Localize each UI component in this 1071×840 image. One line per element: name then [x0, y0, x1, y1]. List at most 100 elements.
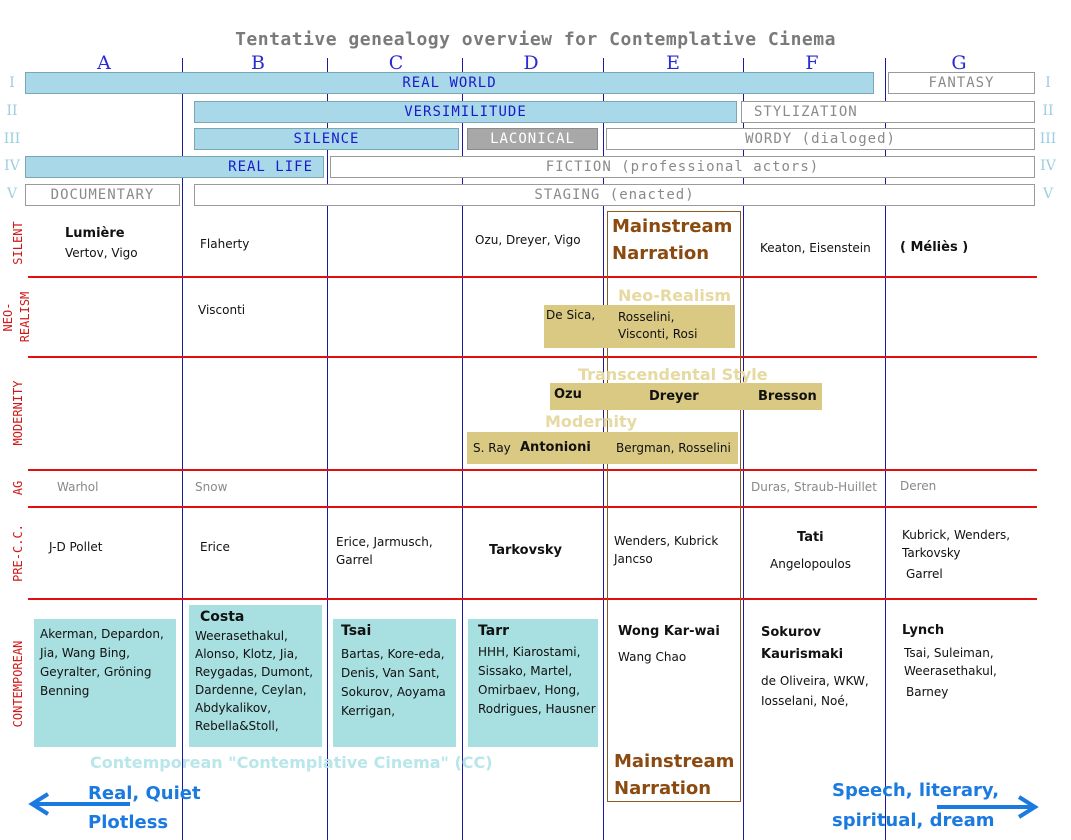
silent-g: ( Méliès ) [900, 240, 969, 255]
column-header-d: D [523, 52, 539, 74]
precc-c-2: Garrel [336, 553, 373, 567]
contemp-c-line: Sokurov, Aoyama [341, 685, 446, 699]
contemp-d-head: Tarr [478, 623, 510, 639]
modernity-bergman: Bergman, Rosselini [616, 441, 731, 455]
ag-g: Deren [900, 479, 937, 493]
level-label-left: III [3, 131, 21, 147]
contemp-c-line: Denis, Van Sant, [341, 666, 440, 680]
contemp-a-box: Akerman, Depardon, Jia, Wang Bing, Geyra… [34, 619, 176, 747]
precc-g-3: Garrel [906, 567, 943, 581]
bar-fantasy: FANTASY [888, 72, 1035, 94]
level-label-left: II [6, 103, 18, 119]
contemp-f-line-1: de Oliveira, WKW, [761, 674, 869, 688]
mainstream-label-bottom-1: Mainstream [614, 751, 735, 772]
silent-d: Ozu, Dreyer, Vigo [475, 233, 581, 247]
ag-f: Duras, Straub-Huillet [751, 480, 877, 494]
precc-d: Tarkovsky [489, 543, 562, 558]
level-label-right: II [1042, 103, 1054, 119]
bar-real-life: REAL LIFE [25, 156, 324, 178]
modernity-sray: S. Ray [473, 441, 511, 455]
bar-staging: STAGING (enacted) [194, 184, 1035, 206]
precc-g-1: Kubrick, Wenders, [902, 528, 1011, 542]
contemp-b-line: Reygadas, Dumont, [195, 665, 314, 679]
contemp-a-line: Jia, Wang Bing, [40, 646, 130, 660]
bar-laconical: LACONICAL [467, 128, 598, 150]
bar-versimilitude: VERSIMILITUDE [194, 101, 737, 123]
modernity-label: Modernity [545, 412, 638, 431]
neo-b: Visconti [198, 303, 246, 317]
level-label-right: V [1042, 186, 1054, 202]
bar-silence: SILENCE [194, 128, 459, 150]
bar-fiction: FICTION (professional actors) [330, 156, 1035, 178]
contemp-g-head: Lynch [902, 623, 945, 638]
neo-e-box-1: Rosselini, [618, 310, 675, 324]
contemp-b-line: Rebella&Stoll, [195, 719, 279, 733]
modernity-antonioni: Antonioni [520, 440, 591, 455]
neo-realism-label: Neo-Realism [618, 286, 732, 305]
precc-f-sub: Angelopoulos [770, 557, 851, 571]
silent-f: Keaton, Eisenstein [760, 241, 871, 255]
diagram-title: Tentative genealogy overview for Contemp… [235, 29, 836, 50]
contemp-c-box: Tsai Bartas, Kore-eda, Denis, Van Sant, … [333, 619, 456, 747]
cc-footer-label: Contemporean "Contemplative Cinema" (CC) [90, 753, 493, 772]
contemp-b-line: Weerasethakul, [195, 629, 288, 643]
contemp-b-line: Dardenne, Ceylan, [195, 683, 307, 697]
level-label-left: I [9, 75, 15, 91]
transcendental-dreyer: Dreyer [649, 389, 699, 404]
contemp-a-line: Benning [40, 684, 90, 698]
bar-wordy: WORDY (dialoged) [606, 128, 1035, 150]
column-divider [327, 58, 328, 840]
contemp-d-box: Tarr HHH, Kiarostami, Sissako, Martel, O… [468, 619, 598, 747]
section-divider [28, 356, 1037, 358]
contemp-c-head: Tsai [341, 623, 372, 639]
contemp-g-line-1: Tsai, Suleiman, [904, 646, 994, 660]
column-header-a: A [97, 52, 111, 74]
section-divider [28, 598, 1037, 600]
silent-a-sub: Vertov, Vigo [65, 246, 138, 260]
section-divider [28, 469, 1037, 471]
precc-f-main: Tati [797, 530, 824, 545]
contemp-d-line: Omirbaev, Hong, [478, 683, 580, 697]
mainstream-label-bottom-2: Narration [614, 778, 712, 799]
mainstream-label-top-2: Narration [612, 243, 710, 264]
neo-d-box: De Sica, [546, 308, 596, 322]
contemp-f-head-1: Sokurov [761, 625, 822, 640]
contemp-e-sub: Wang Chao [618, 650, 687, 664]
contemp-c-line: Bartas, Kore-eda, [341, 647, 445, 661]
column-header-c: C [388, 52, 404, 74]
contemp-b-line: Alonso, Klotz, Jia, [195, 647, 298, 661]
section-divider [28, 276, 1037, 278]
precc-a: J-D Pollet [49, 540, 103, 554]
precc-b: Erice [200, 540, 230, 554]
neo-e-box-2: Visconti, Rosi [618, 327, 698, 341]
contemp-a-line: Akerman, Depardon, [40, 627, 164, 641]
precc-e-2: Jancso [614, 552, 653, 566]
contemp-b-head: Costa [200, 609, 245, 625]
precc-g-2: Tarkovsky [902, 546, 961, 560]
row-label-contemporean: CONTEMPOREAN [11, 640, 25, 728]
contemp-b-line: Abdykalikov, [195, 701, 272, 715]
contemp-c-line: Kerrigan, [341, 704, 396, 718]
level-label-left: IV [4, 158, 20, 174]
bar-documentary: DOCUMENTARY [25, 184, 180, 206]
precc-e-1: Wenders, Kubrick [614, 534, 719, 548]
contemp-d-line: Rodrigues, Hausner [478, 702, 596, 716]
level-label-right: I [1045, 75, 1051, 91]
silent-b: Flaherty [200, 237, 250, 251]
column-header-g: G [951, 52, 967, 74]
transcendental-bresson: Bresson [758, 389, 817, 404]
row-label-pre-cc: PRE-C.C. [11, 524, 25, 582]
contemp-d-line: HHH, Kiarostami, [478, 645, 581, 659]
contemp-g-line-3: Barney [906, 685, 949, 699]
left-arrow-icon [28, 792, 130, 816]
contemp-e-head: Wong Kar-wai [618, 624, 720, 639]
contemp-a-line: Geyralter, Gröning [40, 665, 152, 679]
silent-a-main: Lumière [65, 226, 125, 241]
column-header-b: B [251, 52, 265, 74]
transcendental-ozu: Ozu [554, 387, 582, 402]
contemp-d-line: Sissako, Martel, [478, 664, 573, 678]
contemp-f-line-2: Iosselani, Noé, [761, 694, 849, 708]
column-header-e: E [666, 52, 680, 74]
section-divider [28, 506, 1037, 508]
level-label-right: IV [1040, 158, 1056, 174]
